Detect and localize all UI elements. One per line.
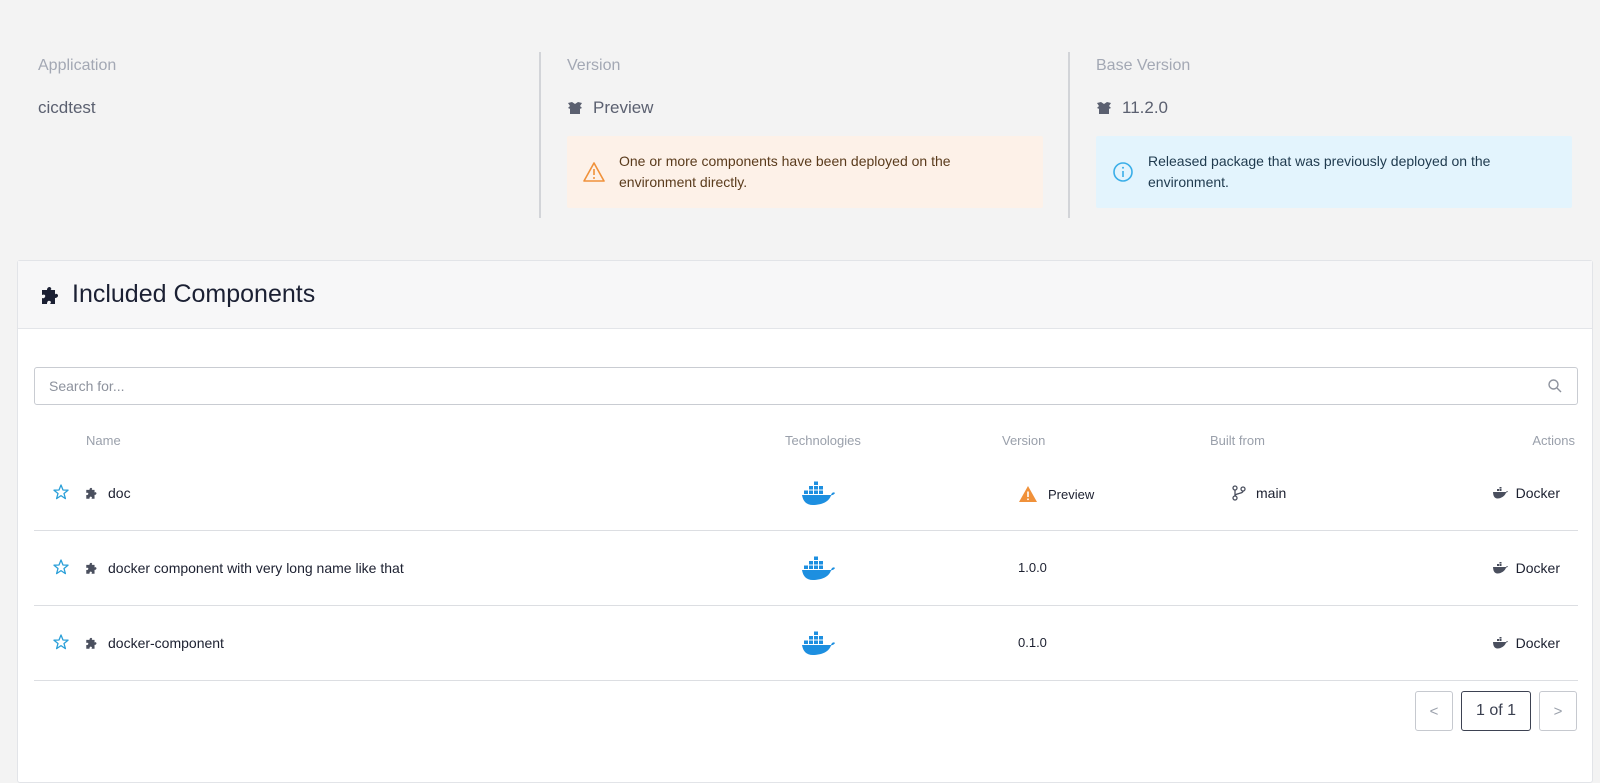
docker-action-button[interactable]: Docker: [1492, 560, 1560, 576]
puzzle-icon: [86, 487, 97, 499]
table-row[interactable]: doc Preview main Docker: [34, 456, 1578, 531]
built-from-cell: main: [1232, 485, 1286, 501]
column-divider: [1068, 52, 1070, 218]
version-column: Version Preview One or more components h…: [567, 52, 1045, 218]
puzzle-icon: [86, 637, 97, 649]
table-row[interactable]: docker component with very long name lik…: [34, 531, 1578, 606]
version-cell: 0.1.0: [1018, 635, 1047, 650]
prev-page-button[interactable]: <: [1415, 691, 1453, 731]
card-header: Included Components: [18, 261, 1592, 329]
puzzle-icon: [42, 286, 59, 304]
warning-alert: One or more components have been deploye…: [567, 136, 1043, 208]
deployment-info: Application cicdtest Version Preview One…: [0, 52, 1600, 218]
version-cell: Preview: [1018, 485, 1094, 503]
package-icon: [1097, 102, 1111, 114]
docker-icon: [802, 481, 835, 505]
column-header-version[interactable]: Version: [1002, 433, 1045, 448]
component-name[interactable]: docker-component: [108, 635, 224, 651]
application-column: Application cicdtest: [38, 52, 518, 218]
puzzle-icon: [86, 562, 97, 574]
star-icon[interactable]: [53, 559, 69, 575]
docker-icon: [1492, 487, 1508, 499]
pagination: < 1 of 1 >: [1415, 691, 1577, 731]
column-header-technologies: Technologies: [785, 433, 861, 448]
docker-action-button[interactable]: Docker: [1492, 635, 1560, 651]
version-cell: 1.0.0: [1018, 560, 1047, 575]
warning-icon: [583, 162, 605, 182]
card-title: Included Components: [72, 280, 316, 308]
application-value: cicdtest: [38, 98, 96, 117]
star-icon[interactable]: [53, 484, 69, 500]
search-box: [34, 367, 1578, 405]
application-label: Application: [38, 57, 117, 74]
docker-icon: [802, 631, 835, 655]
docker-icon: [1492, 562, 1508, 574]
base-version-value: 11.2.0: [1096, 98, 1168, 118]
component-name[interactable]: doc: [108, 485, 131, 501]
table-row[interactable]: docker-component 0.1.0 Docker: [34, 606, 1578, 681]
git-branch-icon: [1232, 485, 1246, 501]
info-alert: Released package that was previously dep…: [1096, 136, 1572, 208]
info-alert-text: Released package that was previously dep…: [1148, 153, 1491, 190]
package-icon: [568, 102, 582, 114]
search-icon[interactable]: [1547, 378, 1563, 394]
column-header-name[interactable]: Name: [86, 433, 121, 448]
included-components-card: Included Components Name Technologies Ve…: [17, 260, 1593, 783]
docker-action-button[interactable]: Docker: [1492, 485, 1560, 501]
warning-icon: [1019, 486, 1037, 502]
column-divider: [539, 52, 541, 218]
base-version-label: Base Version: [1096, 57, 1191, 74]
column-header-actions: Actions: [1532, 433, 1575, 448]
docker-icon: [802, 556, 835, 580]
warning-alert-text: One or more components have been deploye…: [619, 153, 951, 190]
page-indicator: 1 of 1: [1461, 691, 1531, 731]
search-input[interactable]: [49, 378, 1547, 394]
column-header-built-from: Built from: [1210, 433, 1265, 448]
component-name[interactable]: docker component with very long name lik…: [108, 560, 404, 576]
base-version-column: Base Version 11.2.0 Released package tha…: [1096, 52, 1572, 218]
version-value: Preview: [567, 98, 653, 118]
info-icon: [1113, 162, 1133, 182]
version-label: Version: [567, 57, 621, 74]
star-icon[interactable]: [53, 634, 69, 650]
next-page-button[interactable]: >: [1539, 691, 1577, 731]
docker-icon: [1492, 637, 1508, 649]
